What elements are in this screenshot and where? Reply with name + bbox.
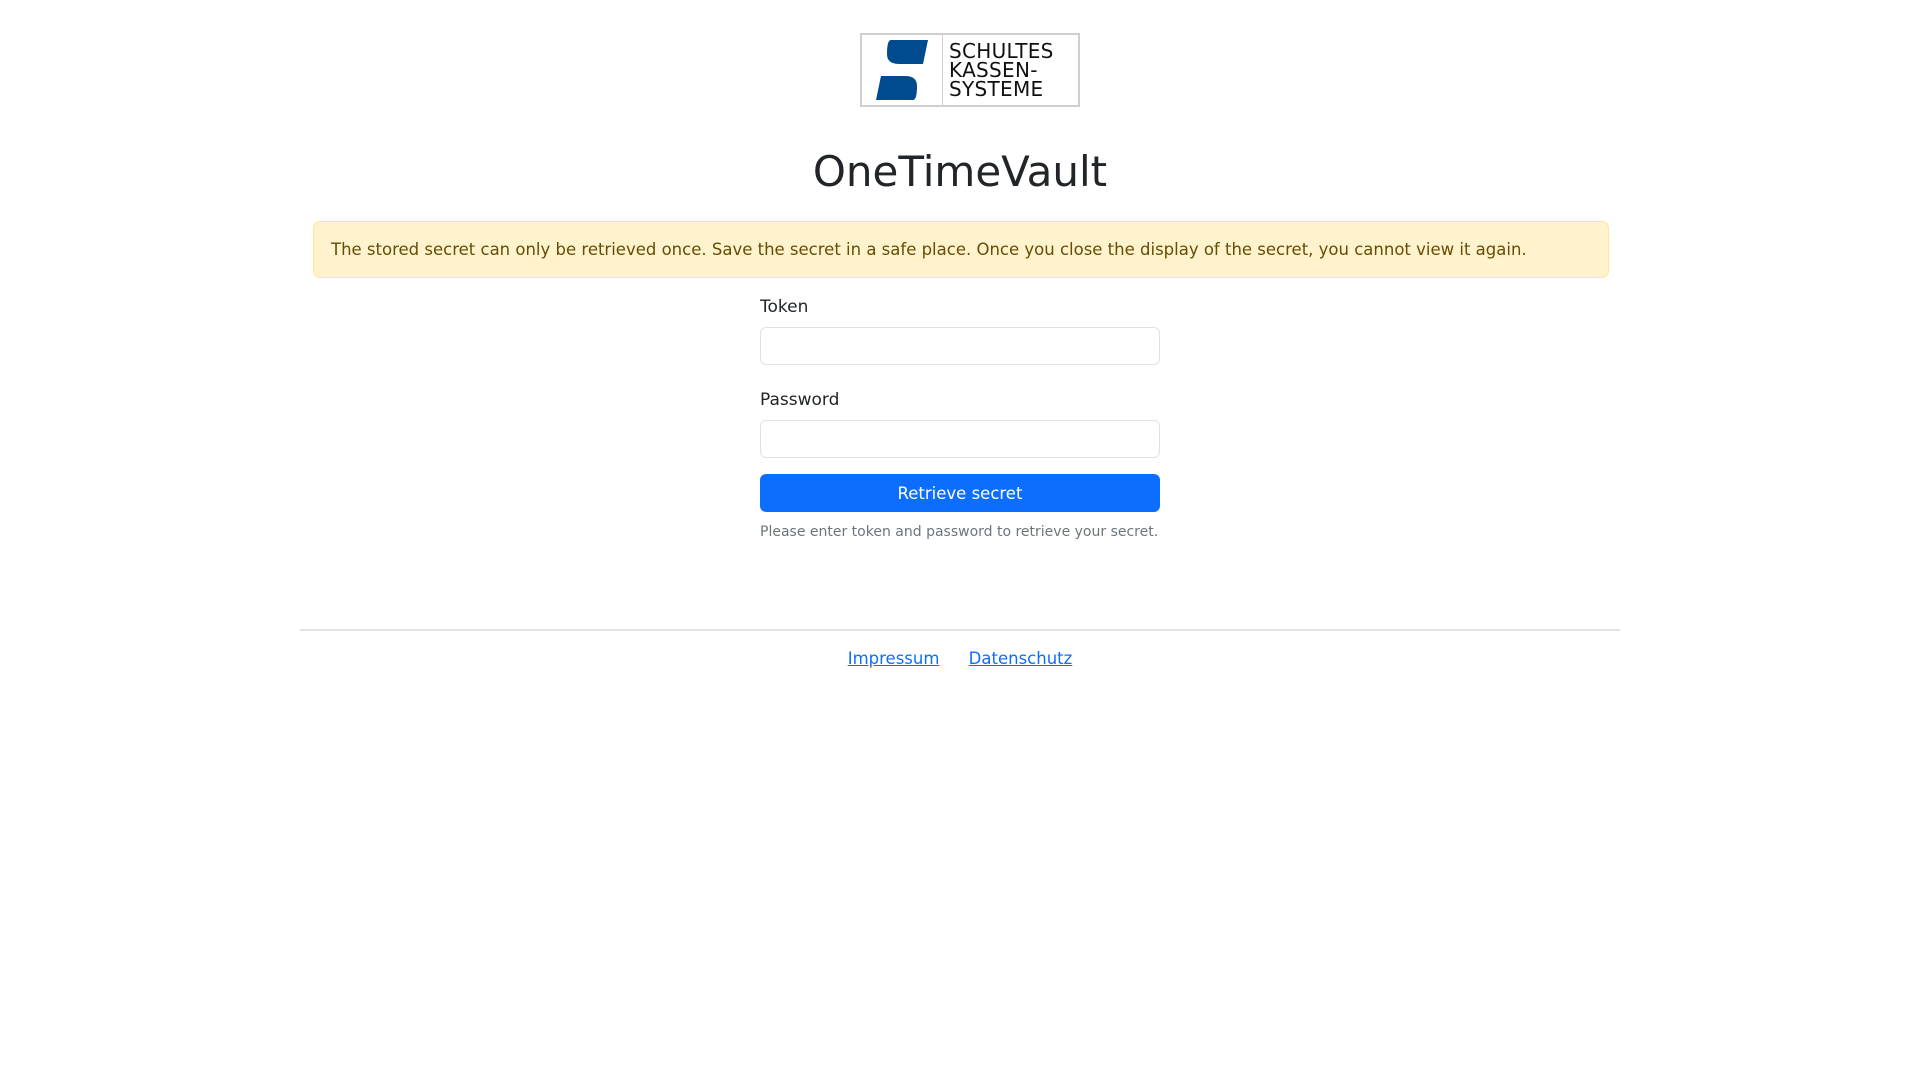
retrieve-secret-button[interactable]: Retrieve secret [760,474,1160,512]
footer-divider [300,629,1620,631]
logo-wordmark: SCHULTES KASSEN- SYSTEME [943,35,1078,105]
logo-s-mark-icon [862,35,943,105]
password-input[interactable] [760,420,1160,458]
help-text: Please enter token and password to retri… [760,524,1159,540]
warning-alert: The stored secret can only be retrieved … [313,221,1609,278]
datenschutz-link[interactable]: Datenschutz [969,649,1073,668]
company-logo: SCHULTES KASSEN- SYSTEME [860,33,1080,107]
token-group: Token [760,296,1160,365]
password-group: Password [760,389,1160,458]
impressum-link[interactable]: Impressum [848,649,940,668]
token-label: Token [760,297,809,317]
logo-line-3: SYSTEME [949,76,1044,101]
page: SCHULTES KASSEN- SYSTEME OneTimeVault Th… [0,0,1920,1080]
token-input[interactable] [760,327,1160,365]
page-title: OneTimeVault [812,147,1108,196]
warning-alert-text: The stored secret can only be retrieved … [331,240,1527,259]
password-label: Password [760,390,840,410]
footer-links: Impressum Datenschutz [0,648,1920,670]
retrieve-secret-form: Token Password Retrieve secret Please en… [760,296,1160,541]
